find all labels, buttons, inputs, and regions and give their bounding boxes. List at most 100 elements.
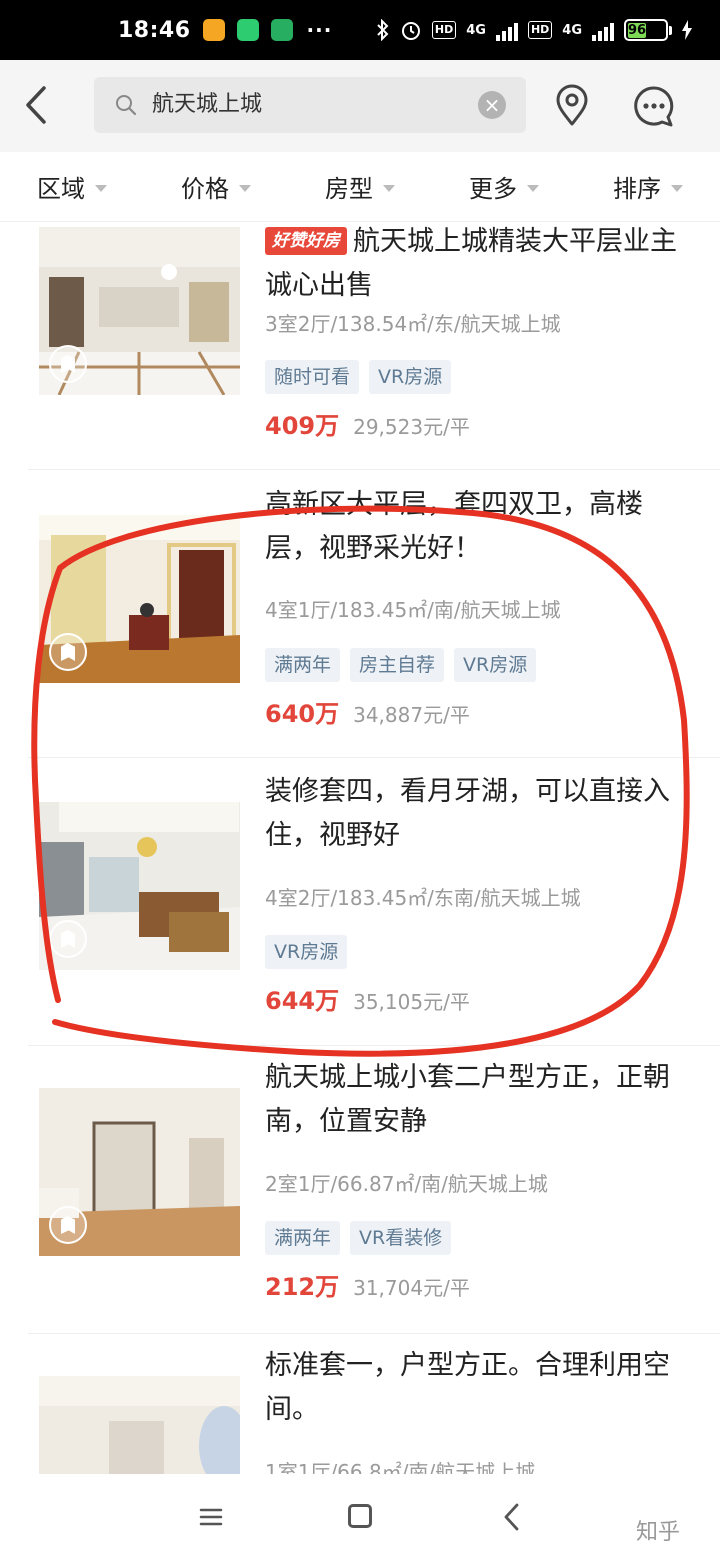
bluetooth-icon <box>377 19 389 41</box>
tag: 房主自荐 <box>350 648 445 682</box>
filter-layout[interactable]: 房型 <box>288 152 432 221</box>
filter-label: 更多 <box>469 175 517 203</box>
charging-icon <box>682 20 692 40</box>
listing-unit-price: 34,887元/平 <box>353 703 470 727</box>
signal-icon-2 <box>592 19 614 41</box>
network-label: 4G <box>466 22 486 38</box>
status-bar: 18:46 ··· HD 4G HD 4G 96 <box>0 0 720 60</box>
listing-card[interactable]: 装修套四，看月牙湖，可以直接入住，视野好 4室2厅/183.45㎡/东南/航天城… <box>0 758 720 1046</box>
listing-unit-price: 31,704元/平 <box>353 1276 470 1300</box>
tag: VR房源 <box>265 935 348 969</box>
listing-list: 好赞好房 航天城上城精装大平层业主诚心出售 3室2厅/138.54㎡/东/航天城上… <box>0 222 720 1474</box>
listing-price: 212万 <box>265 1273 340 1301</box>
listing-price-row: 640万 34,887元/平 <box>265 694 470 729</box>
battery-icon: 96 <box>624 19 672 41</box>
listing-card[interactable]: 标准套一，户型方正。合理利用空间。 1室1厅/66.8㎡/南/航天城上城 <box>0 1334 720 1474</box>
back-icon <box>26 86 46 124</box>
caret-down-icon <box>239 185 251 192</box>
recent-apps-icon[interactable] <box>198 1504 224 1530</box>
listing-photo <box>39 802 240 970</box>
system-nav-bar: 知乎 <box>0 1474 720 1560</box>
filter-price[interactable]: 价格 <box>144 152 288 221</box>
filter-label: 房型 <box>325 175 373 203</box>
filter-sort[interactable]: 排序 <box>576 152 720 221</box>
listing-price: 644万 <box>265 987 340 1015</box>
network-label-2: 4G <box>562 22 582 38</box>
listing-unit-price: 29,523元/平 <box>353 415 470 439</box>
listing-card[interactable]: 航天城上城小套二户型方正，正朝南，位置安静 2室1厅/66.87㎡/南/航天城上… <box>0 1046 720 1334</box>
location-button[interactable] <box>552 84 592 128</box>
tag: VR房源 <box>454 648 537 682</box>
security-app-icon <box>236 19 259 41</box>
back-button[interactable] <box>18 80 62 130</box>
alarm-icon <box>401 22 420 40</box>
header: 航天城上城 × <box>0 60 720 152</box>
listing-unit-price: 35,105元/平 <box>353 990 470 1014</box>
listing-title: 装修套四，看月牙湖，可以直接入住，视野好 <box>265 776 670 851</box>
vr-icon <box>49 1206 87 1244</box>
location-icon <box>556 84 588 126</box>
listing-tags: 随时可看 VR房源 <box>265 360 452 394</box>
tag: VR房源 <box>369 360 452 394</box>
filter-area[interactable]: 区域 <box>0 152 144 221</box>
hd-badge: HD <box>431 21 457 39</box>
phone-app-icon <box>270 19 293 41</box>
tag: VR看装修 <box>350 1221 452 1255</box>
listing-photo <box>39 227 240 395</box>
notes-app-icon <box>202 19 225 41</box>
caret-down-icon <box>95 185 107 192</box>
listing-photo <box>39 1376 240 1474</box>
listing-price-row: 409万 29,523元/平 <box>265 406 470 441</box>
listing-price-row: 644万 35,105元/平 <box>265 981 470 1016</box>
message-button[interactable] <box>632 84 676 128</box>
filter-label: 区域 <box>37 175 85 203</box>
filter-bar: 区域 价格 房型 更多 排序 <box>0 152 720 222</box>
listing-info: 3室2厅/138.54㎡/东/航天城上城 <box>265 312 561 336</box>
caret-down-icon <box>383 185 395 192</box>
status-indicators: HD 4G HD 4G 96 <box>376 19 692 41</box>
nav-back-icon[interactable] <box>500 1502 524 1532</box>
listing-info: 4室2厅/183.45㎡/东南/航天城上城 <box>265 886 581 910</box>
listing-tags: 满两年 VR看装修 <box>265 1221 452 1255</box>
caret-down-icon <box>527 185 539 192</box>
listing-price: 409万 <box>265 412 340 440</box>
listing-info: 4室1厅/183.45㎡/南/航天城上城 <box>265 598 561 622</box>
home-icon[interactable] <box>348 1504 372 1528</box>
listing-title: 好赞好房 航天城上城精装大平层业主诚心出售 <box>265 222 690 308</box>
listing-title: 高新区大平层，套四双卫，高楼层，视野采光好！ <box>265 489 643 564</box>
listing-info: 2室1厅/66.87㎡/南/航天城上城 <box>265 1172 548 1196</box>
listing-price: 640万 <box>265 700 340 728</box>
filter-more[interactable]: 更多 <box>432 152 576 221</box>
listing-card[interactable]: 高新区大平层，套四双卫，高楼层，视野采光好！ 4室1厅/183.45㎡/南/航天… <box>0 470 720 758</box>
message-icon <box>634 86 674 127</box>
tag: 满两年 <box>265 1221 341 1255</box>
zhihu-watermark: 知乎 <box>636 1520 681 1545</box>
listing-title: 航天城上城小套二户型方正，正朝南，位置安静 <box>265 1062 670 1137</box>
search-input[interactable]: 航天城上城 × <box>94 77 526 133</box>
search-icon <box>116 95 137 116</box>
listing-card[interactable]: 好赞好房 航天城上城精装大平层业主诚心出售 3室2厅/138.54㎡/东/航天城上… <box>0 222 720 470</box>
vr-icon <box>49 345 87 383</box>
listing-photo <box>39 515 240 683</box>
promo-badge: 好赞好房 <box>265 227 347 255</box>
vr-icon <box>49 920 87 958</box>
caret-down-icon <box>671 185 683 192</box>
filter-label: 排序 <box>613 175 661 203</box>
search-query: 航天城上城 <box>152 92 263 117</box>
tag: 满两年 <box>265 648 341 682</box>
filter-label: 价格 <box>181 175 229 203</box>
listing-tags: VR房源 <box>265 935 348 969</box>
listing-info: 1室1厅/66.8㎡/南/航天城上城 <box>265 1460 536 1474</box>
vr-icon <box>49 633 87 671</box>
listing-tags: 满两年 房主自荐 VR房源 <box>265 648 537 682</box>
battery-level: 96 <box>628 23 647 38</box>
signal-icon <box>495 19 518 41</box>
listing-title: 标准套一，户型方正。合理利用空间。 <box>265 1350 670 1425</box>
more-notifications-icon: ··· <box>306 18 333 42</box>
listing-photo <box>39 1088 240 1256</box>
listing-price-row: 212万 31,704元/平 <box>265 1267 470 1302</box>
hd-badge-2: HD <box>527 21 553 39</box>
clear-icon[interactable]: × <box>478 91 506 119</box>
tag: 随时可看 <box>265 360 360 394</box>
status-time: 18:46 <box>118 17 191 43</box>
